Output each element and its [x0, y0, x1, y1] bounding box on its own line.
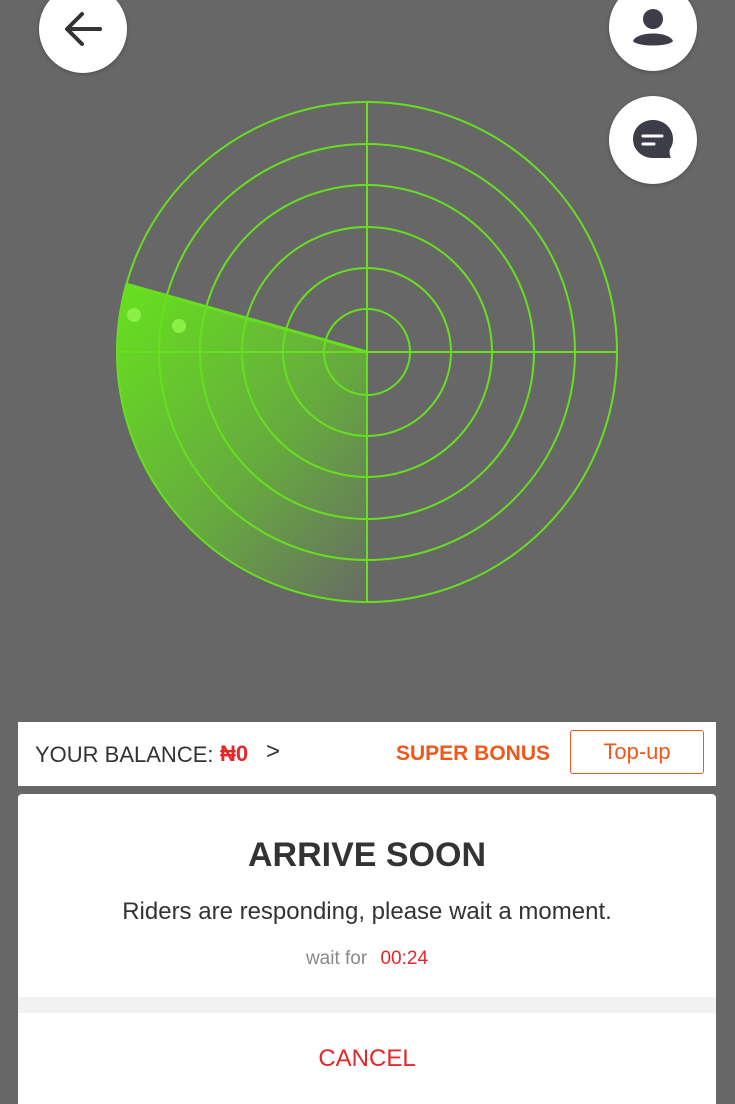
balance-bar: YOUR BALANCE: ₦0 > SUPER BONUS Top-up: [18, 722, 716, 786]
cancel-button[interactable]: CANCEL: [18, 1013, 716, 1104]
topup-button[interactable]: Top-up: [570, 730, 704, 774]
super-bonus-link[interactable]: SUPER BONUS: [396, 742, 550, 766]
status-message: Riders are responding, please wait a mom…: [122, 898, 612, 925]
status-card: ARRIVE SOON Riders are responding, pleas…: [18, 794, 716, 1104]
wait-label: wait for: [305, 948, 368, 969]
rider-dot: [127, 308, 141, 322]
balance-label: YOUR BALANCE:: [35, 742, 214, 767]
arrow-left-icon: [65, 12, 102, 46]
wait-timer: 00:24: [380, 948, 429, 969]
chevron-right-icon[interactable]: >: [266, 738, 280, 766]
divider: [18, 997, 716, 1013]
rider-dot: [172, 319, 186, 333]
user-icon: [633, 9, 673, 46]
wait-row: wait for 00:24: [18, 948, 716, 970]
status-title: ARRIVE SOON: [247, 836, 487, 874]
chat-button[interactable]: [609, 96, 697, 184]
balance-amount[interactable]: ₦0: [220, 741, 248, 767]
chat-icon: [633, 120, 673, 158]
